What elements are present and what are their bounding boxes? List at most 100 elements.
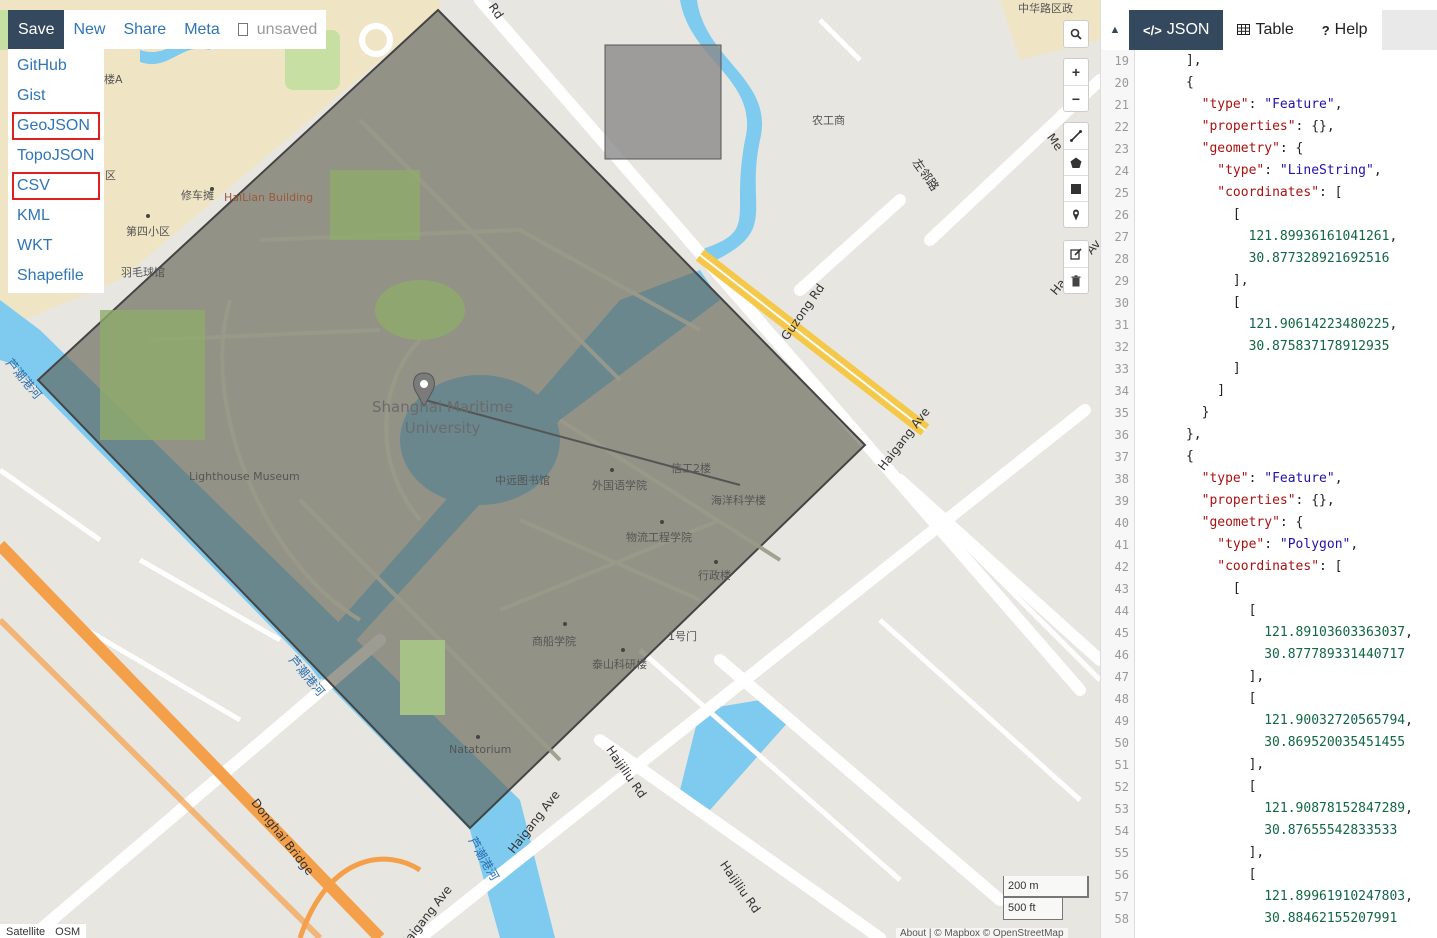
zoom-out-button[interactable]: −	[1064, 85, 1088, 111]
tab-table[interactable]: Table	[1223, 10, 1308, 50]
line-number: 40	[1114, 516, 1129, 530]
menu-item-csv[interactable]: CSV	[11, 171, 101, 201]
code-line[interactable]: 27 121.89936161041261,	[1101, 226, 1437, 248]
meta-button[interactable]: Meta	[175, 10, 229, 49]
line-number: 23	[1114, 142, 1129, 156]
label-top-text: 中华路区政	[1018, 2, 1073, 15]
search-control[interactable]	[1063, 20, 1089, 48]
code-line[interactable]: 24 "type": "LineString",	[1101, 160, 1437, 182]
edit-toolbar	[1063, 240, 1089, 294]
code-line[interactable]: 45 121.89103603363037,	[1101, 622, 1437, 644]
tab-json[interactable]: </> JSON	[1129, 10, 1224, 50]
draw-rectangle-icon[interactable]	[1064, 175, 1088, 201]
line-number: 57	[1114, 890, 1129, 904]
code-line[interactable]: 50 30.869520035451455	[1101, 732, 1437, 754]
code-text: ]	[1139, 361, 1241, 376]
code-line[interactable]: 26 [	[1101, 204, 1437, 226]
code-line[interactable]: 25 "coordinates": [	[1101, 182, 1437, 204]
menu-item-geojson[interactable]: GeoJSON	[11, 111, 101, 141]
map-canvas[interactable]: Shanghai Maritime University Lighthouse …	[0, 0, 1100, 938]
code-line[interactable]: 38 "type": "Feature",	[1101, 468, 1437, 490]
code-line[interactable]: 36 },	[1101, 424, 1437, 446]
code-text: "geometry": {	[1201, 141, 1304, 156]
code-text: 30.877328921692516	[1248, 251, 1390, 266]
code-line[interactable]: 58 30.88462155207991	[1101, 908, 1437, 930]
code-line[interactable]: 55 ],	[1101, 842, 1437, 864]
zoom-in-button[interactable]: +	[1064, 59, 1088, 85]
draw-polygon-icon[interactable]	[1064, 149, 1088, 175]
trash-icon[interactable]	[1064, 267, 1088, 293]
draw-line-icon[interactable]	[1064, 123, 1088, 149]
code-line[interactable]: 47 ],	[1101, 666, 1437, 688]
save-button[interactable]: Save	[8, 10, 65, 49]
code-line[interactable]: 51 ],	[1101, 754, 1437, 776]
code-icon: </>	[1143, 22, 1162, 38]
code-text: {	[1139, 75, 1194, 90]
code-line[interactable]: 22 "properties": {},	[1101, 116, 1437, 138]
code-text: 30.88462155207991	[1264, 911, 1398, 926]
json-editor[interactable]: 19 ], 20 {21 "type": "Feature", 22 "proper…	[1101, 50, 1437, 938]
label-ship: 商船学院	[532, 635, 576, 648]
menu-item-github[interactable]: GitHub	[8, 51, 104, 81]
file-icon	[237, 23, 248, 36]
code-line[interactable]: 28 30.877328921692516	[1101, 248, 1437, 270]
search-icon[interactable]	[1064, 21, 1088, 47]
code-text: [	[1139, 581, 1241, 596]
menu-item-shapefile[interactable]: Shapefile	[8, 261, 104, 291]
share-button[interactable]: Share	[114, 10, 175, 49]
code-line[interactable]: 52 [	[1101, 776, 1437, 798]
code-line[interactable]: 41 "type": "Polygon",	[1101, 534, 1437, 556]
code-text: ],	[1139, 757, 1265, 772]
code-line[interactable]: 44 [	[1101, 600, 1437, 622]
edit-icon[interactable]	[1064, 241, 1088, 267]
code-text: 30.87655542833533	[1264, 823, 1398, 838]
help-icon: ?	[1321, 22, 1330, 38]
line-number: 49	[1114, 714, 1129, 728]
collapse-panel-icon[interactable]: ▲	[1101, 10, 1129, 50]
code-line[interactable]: 49 121.90032720565794,	[1101, 710, 1437, 732]
code-line[interactable]: 39 "properties": {},	[1101, 490, 1437, 512]
code-line[interactable]: 23 "geometry": {	[1101, 138, 1437, 160]
code-line[interactable]: 35 }	[1101, 402, 1437, 424]
menu-item-gist[interactable]: Gist	[8, 81, 104, 111]
code-line[interactable]: 20 {	[1101, 72, 1437, 94]
code-line[interactable]: 42 "coordinates": [	[1101, 556, 1437, 578]
code-line[interactable]: 43 [	[1101, 578, 1437, 600]
code-line[interactable]: 30 [	[1101, 292, 1437, 314]
code-text: {	[1139, 449, 1194, 464]
label-block-a: 楼A	[104, 73, 123, 86]
draw-marker-icon[interactable]	[1064, 201, 1088, 227]
label-logistics: 物流工程学院	[626, 531, 692, 544]
code-line[interactable]: 57 121.89961910247803,	[1101, 886, 1437, 908]
menu-item-kml[interactable]: KML	[8, 201, 104, 231]
panel-tabs: ▲ </> JSON Table ? Help	[1101, 10, 1437, 50]
menu-item-topojson[interactable]: TopoJSON	[8, 141, 104, 171]
layer-satellite[interactable]: Satellite	[6, 926, 45, 938]
tab-table-label: Table	[1255, 21, 1294, 38]
code-line[interactable]: 19 ],	[1101, 50, 1437, 72]
code-line[interactable]: 33 ]	[1101, 358, 1437, 380]
top-toolbar: Save New Share Meta unsaved	[8, 10, 327, 49]
code-line[interactable]: 56 [	[1101, 864, 1437, 886]
tab-help[interactable]: ? Help	[1307, 10, 1382, 50]
code-line[interactable]: 48 [	[1101, 688, 1437, 710]
code-line[interactable]: 21 "type": "Feature",	[1101, 94, 1437, 116]
code-line[interactable]: 31 121.90614223480225,	[1101, 314, 1437, 336]
line-number: 36	[1114, 428, 1129, 442]
code-line[interactable]: 53 121.90878152847289,	[1101, 798, 1437, 820]
code-line[interactable]: 40 "geometry": {	[1101, 512, 1437, 534]
code-line[interactable]: 54 30.87655542833533	[1101, 820, 1437, 842]
code-line[interactable]: 29 ],	[1101, 270, 1437, 292]
code-text: 121.90878152847289,	[1264, 801, 1413, 816]
code-line[interactable]: 32 30.875837178912935	[1101, 336, 1437, 358]
new-button[interactable]: New	[64, 10, 114, 49]
tab-json-label: JSON	[1166, 21, 1210, 38]
menu-item-wkt[interactable]: WKT	[8, 231, 104, 261]
line-number: 42	[1114, 560, 1129, 574]
code-line[interactable]: 34 ]	[1101, 380, 1437, 402]
map-attribution[interactable]: About | © Mapbox © OpenStreetMap	[896, 928, 1068, 938]
code-text: ],	[1139, 53, 1202, 68]
code-line[interactable]: 46 30.877789331440717	[1101, 644, 1437, 666]
layer-osm[interactable]: OSM	[55, 926, 80, 938]
code-line[interactable]: 37 {	[1101, 446, 1437, 468]
